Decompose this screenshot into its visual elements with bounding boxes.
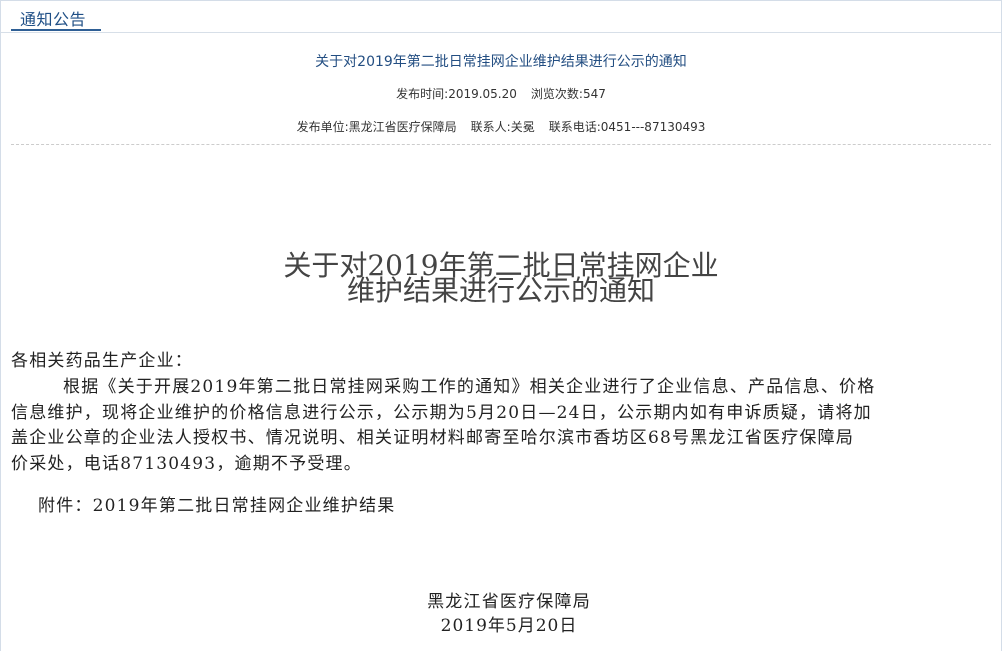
body-line-3: 盖企业公章的企业法人授权书、情况说明、相关证明材料邮寄至哈尔滨市香坊区68号黑龙… [11,428,855,448]
contact-label: 联系人: [470,120,511,134]
notice-meta: 发布时间:2019.05.20 浏览次数:547 [1,85,1001,102]
views-label: 浏览次数: [530,87,583,101]
view-count: 547 [582,87,606,101]
publish-time: 2019.05.20 [448,87,517,101]
publisher: 黑龙江省医疗保障局 [348,120,457,134]
phone-label: 联系电话: [548,120,601,134]
section-title: 通知公告 [20,10,87,29]
salutation: 各相关药品生产企业： [11,351,193,371]
publisher-label: 发布单位: [296,120,349,134]
body-line-2: 信息维护，现将企业维护的价格信息进行公示，公示期为5月20日—24日，公示期内如… [11,403,872,423]
notice-title: 关于对2019年第二批日常挂网企业维护结果进行公示的通知 [315,54,687,70]
signature-date: 2019年5月20日 [440,616,578,636]
dashed-divider [11,144,991,145]
attachment-line[interactable]: 附件：2019年第二批日常挂网企业维护结果 [38,491,395,516]
body-line-4: 价采处，电话87130493，逾期不予受理。 [11,454,362,474]
contact-phone: 0451---87130493 [600,120,706,134]
notice-page: 通知公告 关于对2019年第二批日常挂网企业维护结果进行公示的通知 发布时间:2… [0,0,1002,651]
notice-publisher-info: 发布单位:黑龙江省医疗保障局 联系人:关冕 联系电话:0451---87130493 [1,118,1001,135]
section-header: 通知公告 [1,1,1001,33]
section-tab[interactable]: 通知公告 [11,1,101,31]
body-line-1: 根据《关于开展2019年第二批日常挂网采购工作的通知》相关企业进行了企业信息、产… [63,377,876,397]
contact-person: 关冕 [510,120,535,134]
signature-organization: 黑龙江省医疗保障局 [427,592,591,612]
publish-time-label: 发布时间: [396,87,449,101]
document-title-line-2: 维护结果进行公示的通知 [346,274,655,307]
